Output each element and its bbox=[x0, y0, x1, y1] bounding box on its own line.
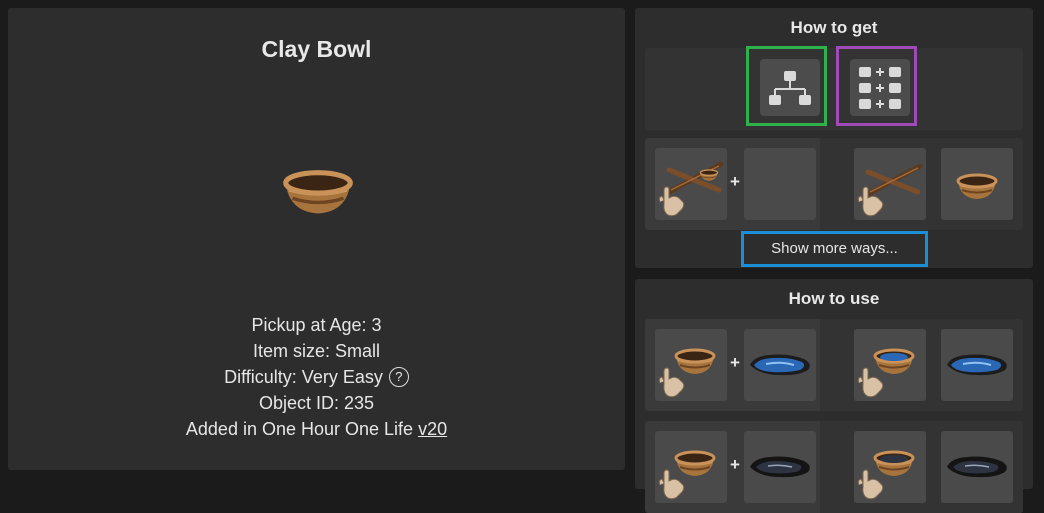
clay-bowl-icon bbox=[282, 158, 354, 218]
dark-pond-icon bbox=[749, 455, 811, 478]
clay-bowl-icon bbox=[857, 450, 915, 500]
result-slot[interactable] bbox=[854, 329, 926, 401]
recipe-grid-button[interactable] bbox=[836, 46, 917, 126]
ingredient-slot[interactable] bbox=[655, 329, 727, 401]
difficulty-row: Difficulty: Very Easy? bbox=[8, 364, 625, 390]
ingredient-slot[interactable] bbox=[655, 431, 727, 503]
added-in: Added in One Hour One Life bbox=[185, 419, 419, 439]
item-panel: Clay Bowl Pickup at Age: 3 Item size: Sm… bbox=[8, 8, 625, 470]
pickup-age: Pickup at Age: 3 bbox=[251, 315, 382, 335]
item-title: Clay Bowl bbox=[261, 36, 372, 62]
recipe-row: + bbox=[645, 138, 1023, 230]
water-pond-icon bbox=[946, 353, 1008, 377]
how-to-use-panel: How to use + + bbox=[635, 279, 1033, 513]
recipe-row: + bbox=[645, 319, 1023, 411]
how-to-use-title: How to use bbox=[788, 289, 880, 308]
clay-bowl-icon bbox=[658, 450, 716, 500]
ingredient-slot[interactable] bbox=[655, 148, 727, 220]
how-to-get-panel: How to get + Show more ways... bbox=[635, 8, 1033, 268]
added-in-row: Added in One Hour One Life v20 bbox=[8, 416, 625, 442]
recipe-row: + bbox=[645, 421, 1023, 513]
sticks-icon bbox=[658, 148, 727, 217]
ingredient-slot[interactable] bbox=[744, 329, 816, 401]
grid-plus-icon bbox=[859, 67, 901, 109]
empty-slot[interactable] bbox=[744, 148, 816, 220]
tree-view-button[interactable] bbox=[746, 46, 827, 126]
object-id: Object ID: 235 bbox=[258, 393, 375, 413]
hierarchy-icon bbox=[769, 71, 811, 105]
clay-bowl-icon bbox=[658, 348, 716, 398]
view-switcher bbox=[645, 46, 1023, 130]
ingredient-slot[interactable] bbox=[744, 431, 816, 503]
how-to-get-title: How to get bbox=[790, 18, 878, 37]
sticks-icon bbox=[857, 148, 926, 217]
dark-pond-icon bbox=[946, 455, 1008, 478]
result-slot[interactable] bbox=[941, 329, 1013, 401]
result-slot[interactable] bbox=[941, 431, 1013, 503]
water-pond-icon bbox=[749, 353, 811, 377]
clay-bowl-icon bbox=[857, 348, 915, 398]
item-info: Pickup at Age: 3 Item size: Small Diffic… bbox=[8, 312, 625, 442]
help-icon[interactable]: ? bbox=[388, 367, 409, 387]
plus-sign: + bbox=[730, 172, 740, 191]
difficulty: Difficulty: Very Easy bbox=[224, 367, 383, 387]
plus-sign: + bbox=[730, 353, 740, 372]
result-slot[interactable] bbox=[854, 148, 926, 220]
plus-sign: + bbox=[730, 455, 740, 474]
result-slot[interactable] bbox=[854, 431, 926, 503]
version-link[interactable]: v20 bbox=[418, 419, 447, 439]
result-slot[interactable] bbox=[941, 148, 1013, 220]
clay-bowl-icon bbox=[956, 173, 998, 201]
show-more-button[interactable]: Show more ways... bbox=[741, 231, 928, 267]
item-size: Item size: Small bbox=[252, 341, 381, 361]
